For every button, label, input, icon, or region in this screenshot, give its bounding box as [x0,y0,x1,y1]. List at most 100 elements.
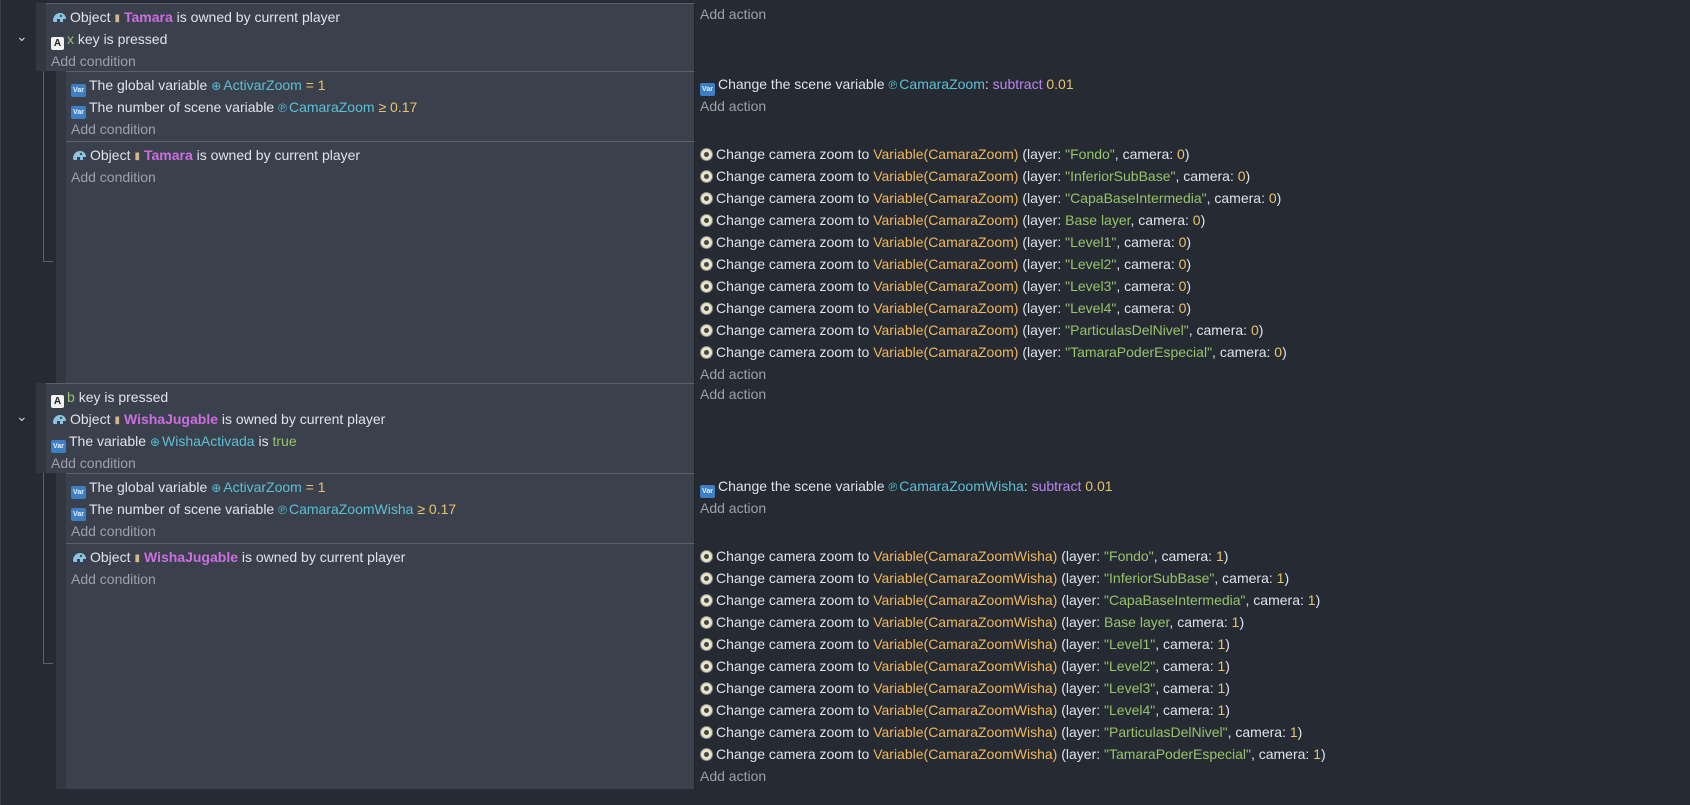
action-text: Change camera zoom to [716,256,870,272]
condition-line[interactable]: Var The variable ⊕ WishaActivada is true [51,430,297,453]
action-text: Change camera zoom to [716,344,870,360]
camera-label: camera [1124,234,1171,250]
global-variable-icon: ⊕ [211,79,222,93]
global-variable-icon: ⊕ [211,481,222,495]
add-condition-link[interactable]: Add condition [71,520,156,542]
conditions-panel[interactable]: Ab key is pressed Object ▮ WishaJugable is … [46,383,695,473]
events-sheet: ⌄ Object ▮ Tamara is owned by current playe… [0,0,1690,805]
condition-line[interactable]: Ab key is pressed [51,386,168,408]
condition-line[interactable]: Var The global variable ⊕ ActivarZoom = 1 [71,476,326,499]
add-condition-link[interactable]: Add condition [71,568,156,590]
action-line[interactable]: Change camera zoom to Variable(CamaraZoo… [700,297,1191,319]
actions-panel[interactable]: Add action [695,3,1690,71]
sprite-icon: ▮ [134,553,140,564]
add-condition-link[interactable]: Add condition [71,118,156,140]
add-action-link[interactable]: Add action [700,765,766,787]
camera-label: camera [1177,614,1224,630]
action-line[interactable]: Change camera zoom to Variable(CamaraZoo… [700,611,1244,633]
action-line[interactable]: Change camera zoom to Variable(CamaraZoo… [700,545,1228,567]
action-line[interactable]: Change camera zoom to Variable(CamaraZoo… [700,209,1205,231]
comparison-operator: ≥ [417,501,426,517]
action-line[interactable]: Change camera zoom to Variable(CamaraZoo… [700,743,1326,765]
action-line[interactable]: Change camera zoom to Variable(CamaraZoo… [700,633,1230,655]
condition-text: is owned by current player [221,411,386,427]
action-line[interactable]: Change camera zoom to Variable(CamaraZoo… [700,589,1320,611]
zoom-expression: Variable(CamaraZoomWisha) [873,592,1058,608]
zoom-expression: Variable(CamaraZoomWisha) [873,746,1058,762]
condition-line[interactable]: Object ▮ WishaJugable is owned by current … [71,546,405,568]
camera-icon [700,192,713,205]
layer-label: layer [1065,570,1097,586]
conditions-panel[interactable]: Object ▮ Tamara is owned by current player… [46,3,695,71]
layer-value: "CapaBaseIntermedia" [1065,190,1207,206]
camera-value: 1 [1231,614,1240,630]
action-line[interactable]: Change camera zoom to Variable(CamaraZoo… [700,567,1289,589]
action-line[interactable]: Change camera zoom to Variable(CamaraZoo… [700,275,1191,297]
action-line[interactable]: Change camera zoom to Variable(CamaraZoo… [700,143,1190,165]
sub-actions-panel[interactable]: Var Change the scene variable ℗ CamaraZoom… [695,473,1690,543]
condition-line[interactable]: Object ▮ WishaJugable is owned by current … [51,408,385,430]
camera-icon [700,704,713,717]
condition-line[interactable]: Var The number of scene variable ℗ CamaraZ… [71,96,417,119]
action-line[interactable]: Change camera zoom to Variable(CamaraZoo… [700,699,1230,721]
action-line[interactable]: Var Change the scene variable ℗ CamaraZoom… [700,73,1074,96]
variable-globe-icon: ⊕ [149,435,160,449]
layer-label: layer [1065,680,1097,696]
add-action-link[interactable]: Add action [700,383,766,405]
actions-panel[interactable]: Add action [695,383,1690,473]
action-line[interactable]: Change camera zoom to Variable(CamaraZoo… [700,655,1230,677]
condition-line[interactable]: Object ▮ Tamara is owned by current player [51,6,340,28]
action-text: Change camera zoom to [716,702,870,718]
action-line[interactable]: Change camera zoom to Variable(CamaraZoo… [700,677,1230,699]
zoom-expression: Variable(CamaraZoomWisha) [873,702,1058,718]
comparison-value: 1 [317,77,326,93]
variable-name: ActivarZoom [223,479,302,495]
sub-actions-panel[interactable]: Change camera zoom to Variable(CamaraZoo… [695,141,1690,387]
layer-label: layer [1027,168,1058,184]
camera-label: camera [1222,570,1269,586]
action-line[interactable]: Change camera zoom to Variable(CamaraZoo… [700,721,1302,743]
action-line[interactable]: Change camera zoom to Variable(CamaraZoo… [700,187,1281,209]
sub-conditions-panel[interactable]: Var The global variable ⊕ ActivarZoom = 1V… [66,71,695,141]
layer-label: layer [1065,724,1097,740]
condition-line[interactable]: Var The global variable ⊕ ActivarZoom = 1 [71,74,326,97]
add-action-link[interactable]: Add action [700,363,766,385]
camera-icon [700,170,713,183]
action-line[interactable]: Change camera zoom to Variable(CamaraZoo… [700,253,1191,275]
event-indent-strip [36,383,46,473]
condition-text: The number of scene variable [89,501,275,517]
condition-line[interactable]: Var The number of scene variable ℗ CamaraZ… [71,498,456,521]
action-line[interactable]: Change camera zoom to Variable(CamaraZoo… [700,341,1287,363]
sub-conditions-panel[interactable]: Object ▮ WishaJugable is owned by current … [66,543,695,789]
action-text: Change camera zoom to [716,746,870,762]
add-condition-link[interactable]: Add condition [71,166,156,188]
camera-label: camera [1161,548,1209,564]
sub-actions-panel[interactable]: Change camera zoom to Variable(CamaraZoo… [695,543,1690,789]
sub-event-indent-strip [56,473,66,543]
object-prefix: Object [70,411,111,427]
condition-line[interactable]: Object ▮ Tamara is owned by current player [71,144,360,166]
key-name: b [67,389,75,405]
camera-value: 1 [1307,592,1316,608]
sub-conditions-panel[interactable]: Object ▮ Tamara is owned by current player… [66,141,695,387]
add-action-link[interactable]: Add action [700,3,766,25]
layer-label: layer [1027,234,1058,250]
action-line[interactable]: Change camera zoom to Variable(CamaraZoo… [700,165,1250,187]
add-action-link[interactable]: Add action [700,497,766,519]
action-line[interactable]: Change camera zoom to Variable(CamaraZoo… [700,319,1263,341]
sub-conditions-panel[interactable]: Var The global variable ⊕ ActivarZoom = 1V… [66,473,695,543]
camera-icon [700,550,713,563]
action-line[interactable]: Var Change the scene variable ℗ CamaraZoom… [700,475,1113,498]
key-name: x [67,31,74,47]
object-prefix: Object [90,147,131,163]
condition-line[interactable]: Ax key is pressed [51,28,167,50]
sub-actions-panel[interactable]: Var Change the scene variable ℗ CamaraZoom… [695,71,1690,141]
sub-event-indent-strip [56,543,66,789]
add-condition-link[interactable]: Add condition [51,50,136,72]
action-text: Change camera zoom to [716,168,870,184]
add-condition-link[interactable]: Add condition [51,452,136,474]
camera-label: camera [1124,256,1171,272]
add-action-link[interactable]: Add action [700,95,766,117]
keyboard-key-icon: A [51,395,64,408]
action-line[interactable]: Change camera zoom to Variable(CamaraZoo… [700,231,1191,253]
